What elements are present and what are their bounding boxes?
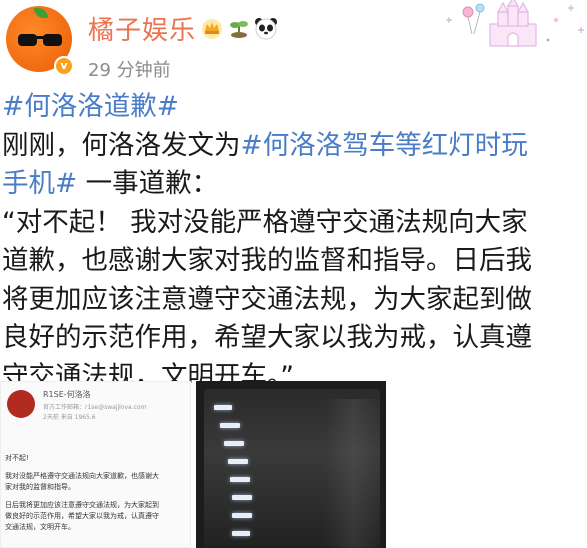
- post-text: 一事道歉：: [77, 168, 219, 199]
- hashtag-link[interactable]: #何洛洛驾车等红灯时玩: [241, 130, 528, 161]
- post-header: v 橘子娱乐 29 分钟前: [0, 0, 587, 88]
- light-streak: [232, 495, 252, 500]
- post-line: 良好的示范作用，希望大家以我为戒，认真遵: [2, 319, 585, 358]
- mini-text-line: 交通法规，文明开车。: [5, 523, 75, 531]
- post-text: “对不起！ 我对没能严格遵守交通法规向大家: [2, 206, 528, 238]
- post-line: 道歉，也感谢大家对我的监督和指导。日后我: [2, 242, 585, 281]
- post-timestamp: 29 分钟前: [88, 60, 171, 81]
- post-text: 道歉，也感谢大家对我的监督和指导。日后我: [2, 245, 532, 276]
- panda-badge-icon[interactable]: [254, 16, 278, 40]
- post-line: “对不起！ 我对没能严格遵守交通法规向大家: [2, 204, 585, 243]
- leaf-icon: [34, 8, 48, 18]
- light-streak: [232, 531, 250, 536]
- castle-decoration-icon: [446, 0, 584, 47]
- verified-icon: v: [54, 56, 74, 76]
- badge-row: [200, 16, 278, 40]
- post-text: 刚刚，何洛洛发文为: [2, 129, 241, 161]
- post-text: 良好的示范作用，希望大家以我为戒，认真遵: [2, 322, 532, 353]
- post-line: 手机# 一事道歉：: [2, 165, 585, 204]
- mini-username: R1SE-何洛洛: [43, 390, 91, 399]
- video-frame: [204, 389, 384, 548]
- crown-badge-icon[interactable]: [200, 16, 224, 40]
- post-body: #何洛洛道歉# 刚刚，何洛洛发文为#何洛洛驾车等红灯时玩 手机# 一事道歉： “对不起…: [2, 88, 585, 396]
- video-thumbnail[interactable]: [196, 381, 386, 548]
- mini-meta: 2天前 来自 1965.6: [43, 414, 96, 421]
- hashtag-link[interactable]: 手机#: [2, 168, 77, 199]
- screenshot-thumbnail[interactable]: R1SE-何洛洛 官方工作邮箱：r1se@swajjlova.com 2天前 来…: [0, 381, 191, 548]
- mini-text-line: 我对没能严格遵守交通法规向大家道歉，也感谢大: [5, 472, 159, 480]
- username[interactable]: 橘子娱乐: [88, 10, 196, 47]
- light-streak: [224, 441, 244, 446]
- post-text: 将更加应该注意遵守交通法规，为大家起到做: [2, 283, 532, 315]
- hashtag-link[interactable]: #何洛洛道歉#: [2, 91, 179, 122]
- light-streak: [230, 477, 250, 482]
- mini-text-line: 家对我的监督和指导。: [5, 483, 75, 491]
- window-glare: [324, 399, 384, 548]
- post-line: 将更加应该注意遵守交通法规，为大家起到做: [2, 281, 585, 320]
- light-streak: [232, 513, 252, 518]
- mini-text-line: 日后我将更加应该注意遵守交通法规，为大家起到: [5, 501, 159, 509]
- light-streak: [214, 405, 232, 410]
- mini-text-line: 做良好的示范作用，希望大家以我为戒，认真遵守: [5, 512, 159, 520]
- light-streak: [220, 423, 240, 428]
- mini-avatar: [7, 390, 35, 418]
- post-line: 刚刚，何洛洛发文为#何洛洛驾车等红灯时玩: [2, 127, 585, 166]
- sunglasses-icon: [18, 34, 62, 46]
- mini-subtitle: 官方工作邮箱：r1se@swajjlova.com: [43, 404, 147, 411]
- post-line: #何洛洛道歉#: [2, 88, 585, 127]
- light-streak: [228, 459, 248, 464]
- mini-text-line: 对不起!: [5, 454, 29, 462]
- plant-badge-icon[interactable]: [227, 16, 251, 40]
